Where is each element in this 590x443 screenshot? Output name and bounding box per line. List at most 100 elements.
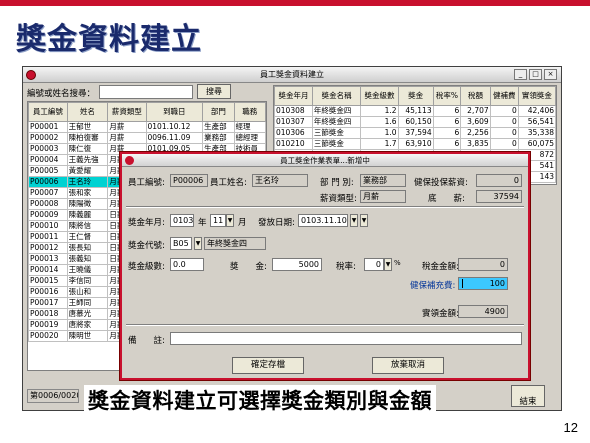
app-icon xyxy=(26,70,36,80)
record-status: 第0006/0020 xyxy=(27,389,79,403)
employee-cell: 王仁督 xyxy=(66,231,109,243)
employee-cell: 月薪 xyxy=(107,132,147,144)
bonus-column-header[interactable]: 稅率% xyxy=(432,86,462,106)
bonus-cell: 1.2 xyxy=(360,105,399,117)
bonus-row[interactable]: 010308 年終獎金四 1.2 45,113 6 2,707 0 42,406 xyxy=(274,105,556,117)
employee-cell: P00019 xyxy=(28,319,68,331)
month-unit-label: 月 xyxy=(238,218,247,228)
emp-name-label: 員工姓名: xyxy=(210,178,247,188)
bonus-cell: 35,338 xyxy=(517,127,556,139)
bonus-column-header[interactable]: 獎金年月 xyxy=(274,86,313,106)
employee-column-header[interactable]: 員工編號 xyxy=(28,102,68,122)
bonus-cell: 2,707 xyxy=(460,105,491,117)
dept-label: 部 門 別: xyxy=(320,178,354,188)
bonus-cell: 010306 xyxy=(274,127,313,139)
year-month-label: 獎金年月: xyxy=(128,218,165,228)
bonus-cell: 三節獎金 xyxy=(311,138,362,150)
search-label: 編號或姓名搜尋： xyxy=(27,89,96,99)
emp-id-label: 員工編號: xyxy=(128,178,165,188)
bonus-code-dropdown-icon[interactable]: ▼ xyxy=(194,237,202,250)
search-button[interactable]: 搜尋 xyxy=(197,84,231,99)
bonus-code-name-field: 年終獎金四 xyxy=(204,237,266,250)
employee-cell: 王曉儀 xyxy=(66,264,109,276)
employee-cell: 經理 xyxy=(233,121,266,133)
employee-cell: P00016 xyxy=(28,286,68,298)
maximize-icon[interactable]: □ xyxy=(529,69,542,80)
employee-cell: P00010 xyxy=(28,220,68,232)
bonus-column-header[interactable]: 實領獎金 xyxy=(517,86,556,106)
bonus-cell: 3,609 xyxy=(460,116,491,128)
bonus-column-header[interactable]: 獎金名稱 xyxy=(311,86,362,106)
pay-date-field[interactable]: 0103.11.10 xyxy=(298,214,348,227)
employee-row[interactable]: P00001 王郁世 月薪 0101.10.12 生產部 經理 xyxy=(28,121,266,133)
main-window-titlebar: 員工獎金資料建立 _ □ × xyxy=(23,67,561,83)
employee-cell: P00004 xyxy=(28,154,68,166)
bonus-entry-dialog: 員工獎金作業表單...新增中 員工編號: P00006 員工姓名: 王名玲 部 … xyxy=(120,152,530,380)
employee-cell: P00002 xyxy=(28,132,68,144)
window-controls: _ □ × xyxy=(514,69,557,80)
remark-field[interactable] xyxy=(170,332,522,345)
minimize-icon[interactable]: _ xyxy=(514,69,527,80)
pay-date-spin-icon[interactable]: ▼ xyxy=(360,214,368,227)
employee-cell: 總經理 xyxy=(233,132,266,144)
emp-id-field: P00006 xyxy=(170,174,208,187)
bonus-cell: 42,406 xyxy=(517,105,556,117)
bonus-grid-header: 獎金年月 獎金名稱 獎金級數 獎金 稅率% 稅額 健補費 實領獎金 xyxy=(274,86,556,106)
bonus-cell: 1.0 xyxy=(360,127,399,139)
employee-row[interactable]: P00002 陳柏復審 月薪 0096.11.09 業務部 總經理 xyxy=(28,132,266,144)
bonus-column-header[interactable]: 獎金 xyxy=(397,86,434,106)
dept-field: 業務部 xyxy=(360,174,406,187)
bonus-row[interactable]: 010210 三節獎金 1.7 63,910 6 3,835 0 60,075 xyxy=(274,138,556,150)
tax-rate-label: 稅率: xyxy=(336,262,356,272)
bonus-row[interactable]: 010307 年終獎金四 1.6 60,150 6 3,609 0 56,541 xyxy=(274,116,556,128)
bonus-cell: 6 xyxy=(432,105,462,117)
bonus-cell: 37,594 xyxy=(397,127,434,139)
employee-column-header[interactable]: 薪資類型 xyxy=(107,102,147,122)
employee-cell: 黃愛耀 xyxy=(66,165,109,177)
dialog-separator-bottom xyxy=(126,324,524,326)
employee-cell: P00003 xyxy=(28,143,68,155)
dialog-app-icon xyxy=(125,156,134,165)
salary-type-field: 月薪 xyxy=(360,190,406,203)
employee-column-header[interactable]: 姓名 xyxy=(66,102,109,122)
insurance-field: 0 xyxy=(476,174,522,187)
bonus-cell: 0 xyxy=(489,116,519,128)
tax-rate-spin-icon[interactable]: ▼ xyxy=(384,258,392,271)
bonus-cell: 年終獎金四 xyxy=(311,116,362,128)
tax-rate-unit: % xyxy=(394,259,401,267)
bonus-row[interactable]: 010306 三節獎金 1.0 37,594 6 2,256 0 35,338 xyxy=(274,127,556,139)
pay-date-picker-icon[interactable]: ▼ xyxy=(350,214,358,227)
dialog-separator-top xyxy=(126,206,524,208)
month-dropdown-icon[interactable]: ▼ xyxy=(226,214,234,227)
tax-rate-field[interactable]: 0 xyxy=(364,258,384,271)
employee-cell: 陳明世 xyxy=(66,330,109,342)
bonus-cell: 3,835 xyxy=(460,138,491,150)
employee-cell: P00014 xyxy=(28,264,68,276)
employee-column-header[interactable]: 部門 xyxy=(202,102,235,122)
close-icon[interactable]: × xyxy=(544,69,557,80)
level-field[interactable]: 0.0 xyxy=(170,258,204,271)
net-field: 4900 xyxy=(458,305,508,318)
bonus-code-field[interactable]: B05 xyxy=(170,237,192,250)
cancel-button[interactable]: 放棄取消 xyxy=(372,357,444,374)
health-field[interactable]: 100 xyxy=(458,277,508,290)
bonus-column-header[interactable]: 健補費 xyxy=(489,86,519,106)
employee-cell: P00009 xyxy=(28,209,68,221)
bonus-cell: 60,075 xyxy=(517,138,556,150)
employee-column-header[interactable]: 職務 xyxy=(233,102,266,122)
employee-cell: 唐將家 xyxy=(66,319,109,331)
employee-cell: 0101.10.12 xyxy=(145,121,204,133)
amount-field[interactable]: 5000 xyxy=(272,258,322,271)
save-button[interactable]: 確定存檔 xyxy=(232,357,304,374)
employee-cell: 王郁世 xyxy=(66,121,109,133)
slide-top-bar xyxy=(0,0,590,6)
bonus-cell: 010308 xyxy=(274,105,313,117)
employee-column-header[interactable]: 到職日 xyxy=(145,102,204,122)
bonus-column-header[interactable]: 稅額 xyxy=(460,86,491,106)
employee-cell: 生產部 xyxy=(202,121,235,133)
end-button[interactable]: 結束 xyxy=(511,385,545,407)
bonus-column-header[interactable]: 獎金級數 xyxy=(360,86,399,106)
search-input[interactable] xyxy=(99,85,193,99)
year-field[interactable]: 0103 xyxy=(170,214,194,227)
month-field[interactable]: 11 xyxy=(210,214,226,227)
